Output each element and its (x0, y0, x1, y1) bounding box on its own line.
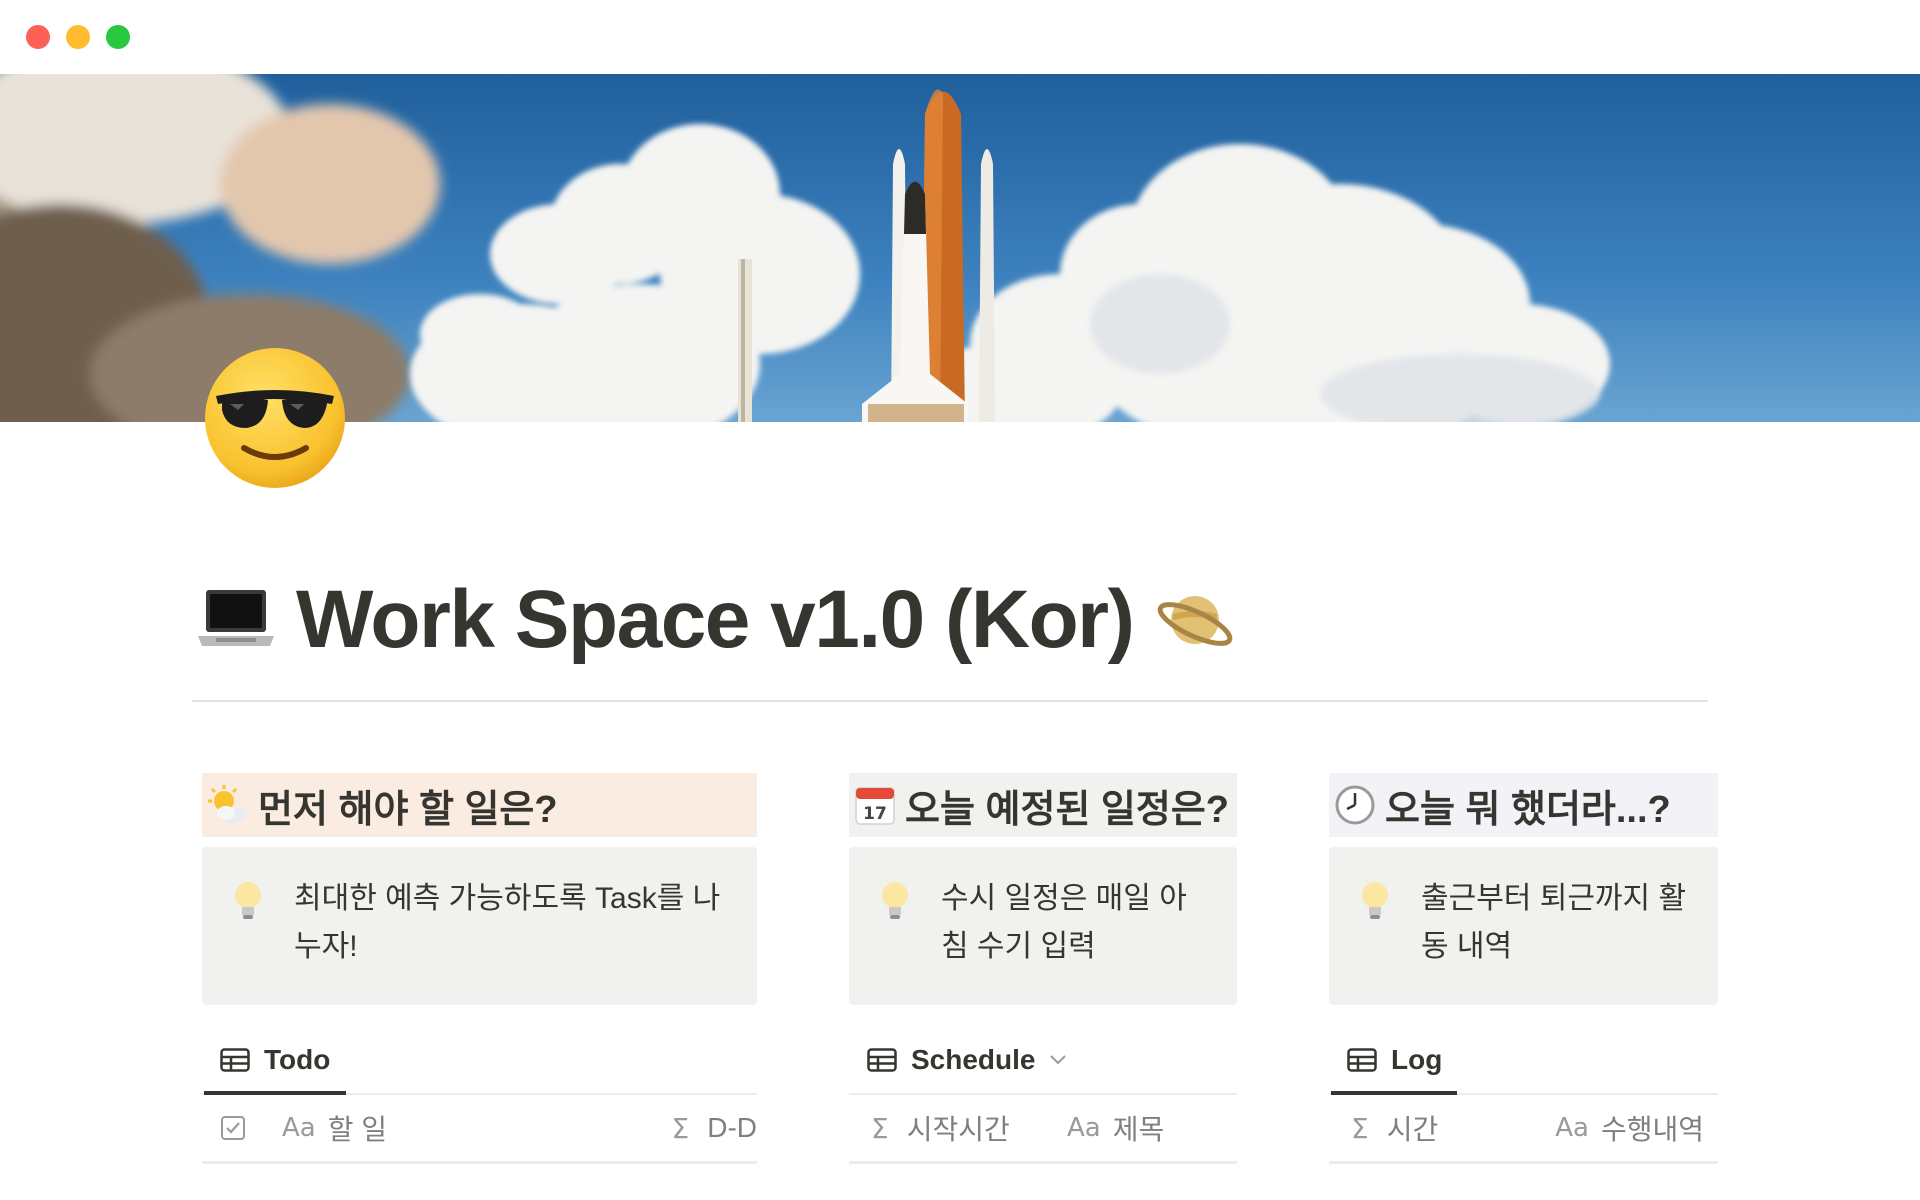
title-property-icon: Aa (282, 1113, 316, 1143)
svg-text:17: 17 (863, 804, 887, 824)
log-heading-text: 오늘 뭐 했더라...? (1385, 788, 1671, 831)
formula-property-icon: Σ (871, 1111, 889, 1145)
chevron-down-icon[interactable] (1049, 1054, 1067, 1066)
todo-column: 먼저 해야 할 일은? 최대한 예측 가능하도록 Task를 나누자! Todo (202, 773, 757, 1164)
checkbox-property-icon (221, 1116, 245, 1140)
todo-table-header: Aa 할 일 Σ D-D (202, 1095, 757, 1164)
schedule-heading[interactable]: 17 오늘 예정된 일정은? (849, 773, 1237, 837)
todo-heading[interactable]: 먼저 해야 할 일은? (202, 773, 757, 837)
log-view-label: Log (1391, 1044, 1443, 1075)
window-titlebar (0, 0, 1920, 74)
log-view-tab[interactable]: Log (1347, 1029, 1442, 1091)
page-title[interactable]: Work Space v1.0 (Kor) (296, 573, 1135, 667)
laptop-icon (198, 590, 274, 646)
todo-callout[interactable]: 최대한 예측 가능하도록 Task를 나누자! (202, 847, 757, 1005)
schedule-view-tabs: Schedule (849, 1029, 1237, 1095)
todo-view-label: Todo (264, 1044, 331, 1075)
minimize-window-button[interactable] (66, 25, 90, 49)
log-view-tabs: Log (1329, 1029, 1718, 1095)
schedule-heading-text: 오늘 예정된 일정은? (905, 788, 1230, 831)
property-label: 할 일 (327, 1114, 388, 1145)
schedule-column: 17 오늘 예정된 일정은? 수시 일정은 매일 아침 수기 입력 Schedu… (849, 773, 1237, 1164)
lightbulb-icon (235, 882, 261, 919)
schedule-table-header: Σ 시작시간 Aa 제목 (849, 1095, 1237, 1164)
formula-property-header[interactable]: Σ 시작시간 (871, 1095, 1010, 1161)
todo-heading-text: 먼저 해야 할 일은? (258, 788, 558, 831)
formula-property-icon: Σ (1351, 1111, 1369, 1145)
calendar-icon: 17 (855, 787, 895, 825)
title-property-icon: Aa (1555, 1113, 1589, 1143)
sunglasses-face-icon (205, 348, 345, 488)
schedule-callout-text: 수시 일정은 매일 아침 수기 입력 (941, 882, 1187, 963)
property-label: D-D (707, 1112, 757, 1143)
clock-icon (1335, 785, 1375, 825)
log-column: 오늘 뭐 했더라...? 출근부터 퇴근까지 활동 내역 Log Σ 시간 Aa (1329, 773, 1718, 1164)
todo-view-tabs: Todo (202, 1029, 757, 1095)
log-callout-text: 출근부터 퇴근까지 활동 내역 (1421, 882, 1687, 963)
schedule-view-tab[interactable]: Schedule (867, 1029, 1067, 1091)
formula-property-icon: Σ (671, 1111, 690, 1145)
title-property-header[interactable]: Aa 할 일 (282, 1095, 387, 1161)
title-divider (192, 700, 1708, 702)
checkbox-property-header[interactable] (220, 1095, 246, 1161)
formula-property-header[interactable]: Σ 시간 (1351, 1095, 1438, 1161)
sun-behind-cloud-icon (208, 785, 246, 823)
page-icon[interactable] (200, 340, 350, 490)
property-label: 수행내역 (1600, 1114, 1704, 1145)
lightbulb-icon (882, 882, 908, 919)
table-icon (220, 1048, 250, 1072)
title-property-icon: Aa (1067, 1113, 1101, 1143)
title-property-header[interactable]: Aa 수행내역 (1555, 1095, 1704, 1161)
log-callout[interactable]: 출근부터 퇴근까지 활동 내역 (1329, 847, 1718, 1005)
property-label: 제목 (1112, 1114, 1165, 1145)
todo-callout-text: 최대한 예측 가능하도록 Task를 나누자! (294, 882, 721, 963)
title-property-header[interactable]: Aa 제목 (1067, 1095, 1164, 1161)
lightbulb-icon (1362, 882, 1388, 919)
todo-view-tab[interactable]: Todo (220, 1029, 330, 1091)
page-title-row: Work Space v1.0 (Kor) (196, 570, 1235, 670)
schedule-callout[interactable]: 수시 일정은 매일 아침 수기 입력 (849, 847, 1237, 1005)
formula-property-header[interactable]: Σ D-D (672, 1095, 757, 1161)
close-window-button[interactable] (26, 25, 50, 49)
table-icon (1347, 1048, 1377, 1072)
ringed-planet-icon (1158, 596, 1233, 646)
schedule-view-label: Schedule (911, 1044, 1036, 1075)
log-table-header: Σ 시간 Aa 수행내역 (1329, 1095, 1718, 1164)
maximize-window-button[interactable] (106, 25, 130, 49)
log-heading[interactable]: 오늘 뭐 했더라...? (1329, 773, 1718, 837)
table-icon (867, 1048, 897, 1072)
property-label: 시간 (1386, 1114, 1439, 1145)
property-label: 시작시간 (906, 1114, 1010, 1145)
